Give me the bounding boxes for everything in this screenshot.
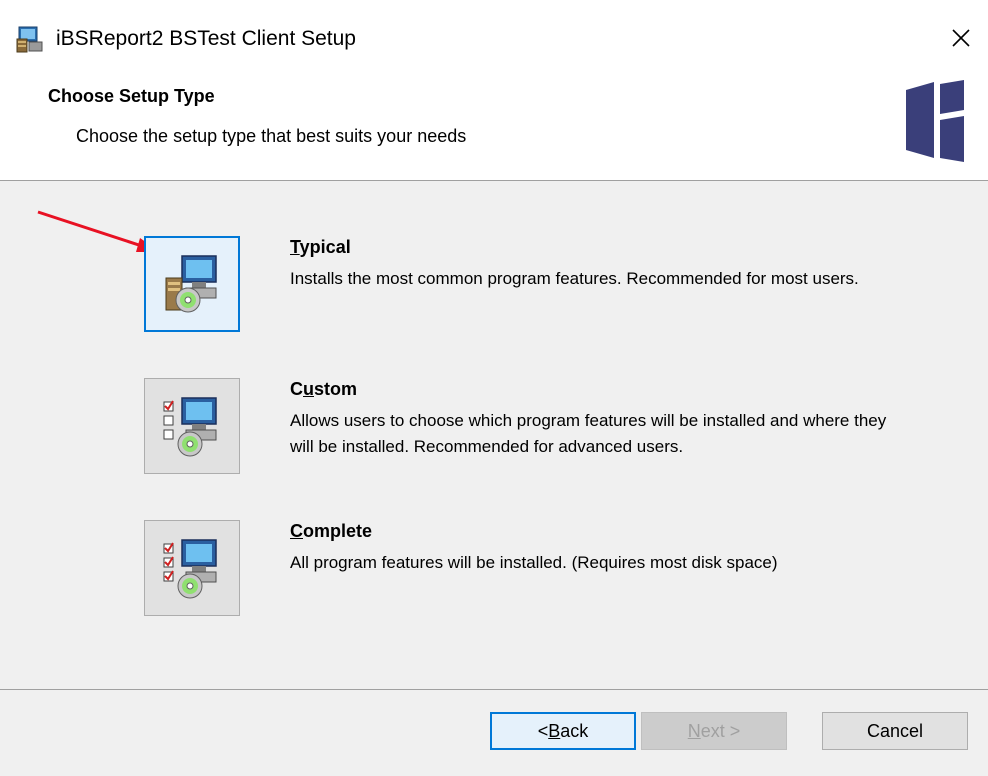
installer-app-icon: [16, 26, 43, 53]
setup-window: iBSReport2 BSTest Client Setup Choose Se…: [0, 0, 988, 776]
custom-description: Allows users to choose which program fea…: [290, 411, 887, 456]
banner-subtitle: Choose the setup type that best suits yo…: [76, 126, 467, 146]
window-title: iBSReport2 BSTest Client Setup: [56, 27, 356, 50]
typical-setup-icon: [165, 255, 217, 313]
header-banner: Choose Setup Type Choose the setup type …: [0, 76, 988, 181]
custom-setup-icon: [163, 397, 217, 457]
typical-setup-button[interactable]: [144, 236, 240, 332]
option-custom: Custom Allows users to choose which prog…: [144, 378, 944, 478]
company-logo-icon: [906, 80, 964, 162]
close-icon: [952, 29, 970, 47]
complete-label[interactable]: Complete: [290, 520, 372, 542]
complete-setup-button[interactable]: [144, 520, 240, 616]
complete-setup-icon: [163, 539, 217, 599]
typical-label[interactable]: Typical: [290, 236, 351, 258]
custom-label[interactable]: Custom: [290, 378, 357, 400]
complete-description: All program features will be installed. …: [290, 553, 778, 572]
close-button[interactable]: [934, 12, 988, 64]
next-button[interactable]: Next >: [641, 712, 787, 750]
option-complete: Complete All program features will be in…: [144, 520, 944, 620]
custom-setup-button[interactable]: [144, 378, 240, 474]
footer-divider: [0, 689, 988, 690]
banner-title: Choose Setup Type: [48, 86, 215, 106]
cancel-button[interactable]: Cancel: [822, 712, 968, 750]
back-button[interactable]: < Back: [490, 712, 636, 750]
option-typical: Typical Installs the most common program…: [144, 236, 944, 336]
title-bar: iBSReport2 BSTest Client Setup: [0, 0, 988, 76]
typical-description: Installs the most common program feature…: [290, 269, 859, 288]
